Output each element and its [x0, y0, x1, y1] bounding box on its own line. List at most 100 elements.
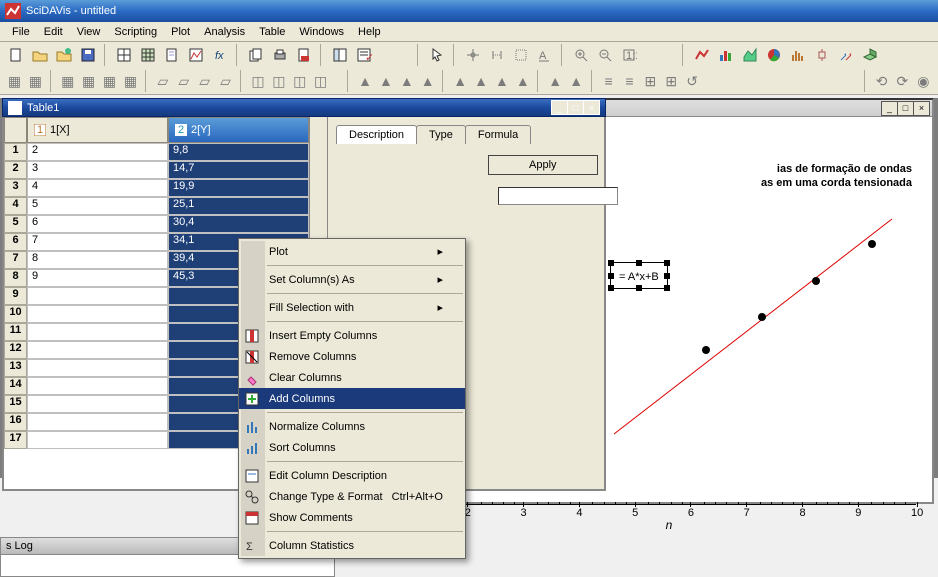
row-header[interactable]: 2	[4, 161, 27, 179]
rot-b[interactable]: ⟳	[893, 70, 912, 92]
row2-c[interactable]: ▦	[58, 70, 77, 92]
menu-file[interactable]: File	[5, 26, 37, 38]
row2-f[interactable]: ▦	[121, 70, 140, 92]
surface-i[interactable]: ▲	[546, 70, 565, 92]
cell-x[interactable]: 8	[27, 251, 168, 269]
ctx-normalize[interactable]: Normalize Columns	[239, 416, 465, 437]
ctx-removecolumns[interactable]: Remove Columns	[239, 346, 465, 367]
new-table-icon[interactable]	[113, 44, 135, 66]
tab-formula[interactable]: Formula	[465, 125, 531, 144]
surface-h[interactable]: ▲	[513, 70, 532, 92]
menu-windows[interactable]: Windows	[292, 26, 351, 38]
row-header[interactable]: 13	[4, 359, 27, 377]
open-recent-icon[interactable]	[53, 44, 75, 66]
plot-3d-icon[interactable]	[859, 44, 881, 66]
row2-l[interactable]: ◫	[269, 70, 288, 92]
table-min-button[interactable]: _	[551, 100, 568, 115]
col-header-2[interactable]: 22[Y]	[168, 117, 309, 143]
row2-n[interactable]: ◫	[311, 70, 330, 92]
ctx-setcolumns[interactable]: Set Column(s) As▸	[239, 269, 465, 290]
cell-y[interactable]: 9,8	[168, 143, 309, 161]
surface-c[interactable]: ▲	[397, 70, 416, 92]
plot-max-button[interactable]: □	[897, 101, 914, 116]
row-header[interactable]: 6	[4, 233, 27, 251]
ctx-showcomments[interactable]: Show Comments	[239, 507, 465, 528]
bar-plot-icon[interactable]	[715, 44, 737, 66]
box-plot-icon[interactable]	[811, 44, 833, 66]
surface-a[interactable]: ▲	[356, 70, 375, 92]
cell-x[interactable]	[27, 305, 168, 323]
col-header-1[interactable]: 11[X]	[27, 117, 168, 143]
surface-o[interactable]: ↺	[683, 70, 702, 92]
cell-x[interactable]: 5	[27, 197, 168, 215]
menu-table[interactable]: Table	[252, 26, 292, 38]
menu-view[interactable]: View	[70, 26, 108, 38]
new-project-icon[interactable]	[5, 44, 27, 66]
cell-x[interactable]: 2	[27, 143, 168, 161]
tab-description[interactable]: Description	[336, 125, 417, 144]
row2-e[interactable]: ▦	[100, 70, 119, 92]
print-icon[interactable]	[269, 44, 291, 66]
row2-h[interactable]: ▱	[174, 70, 193, 92]
row-header[interactable]: 12	[4, 341, 27, 359]
row2-m[interactable]: ◫	[290, 70, 309, 92]
ctx-fillselection[interactable]: Fill Selection with▸	[239, 297, 465, 318]
row-header[interactable]: 9	[4, 287, 27, 305]
cell-x[interactable]	[27, 413, 168, 431]
row2-k[interactable]: ◫	[249, 70, 268, 92]
rot-a[interactable]: ⟲	[872, 70, 891, 92]
apply-button[interactable]: Apply	[488, 155, 598, 175]
pointer-icon[interactable]	[426, 44, 448, 66]
select-range-icon[interactable]	[486, 44, 508, 66]
cell-y[interactable]: 14,7	[168, 161, 309, 179]
row-header[interactable]: 7	[4, 251, 27, 269]
cell-x[interactable]	[27, 341, 168, 359]
row-header[interactable]: 11	[4, 323, 27, 341]
cell-x[interactable]	[27, 395, 168, 413]
row-header[interactable]: 15	[4, 395, 27, 413]
cell-x[interactable]: 3	[27, 161, 168, 179]
ctx-addcolumns[interactable]: Add Columns	[239, 388, 465, 409]
new-graph-icon[interactable]	[185, 44, 207, 66]
surface-j[interactable]: ▲	[567, 70, 586, 92]
zoom-out-icon[interactable]	[594, 44, 616, 66]
menu-analysis[interactable]: Analysis	[197, 26, 252, 38]
new-matrix-icon[interactable]	[137, 44, 159, 66]
cell-y[interactable]: 30,4	[168, 215, 309, 233]
ctx-changetype[interactable]: Change Type & FormatCtrl+Alt+O	[239, 486, 465, 507]
new-note-icon[interactable]	[161, 44, 183, 66]
surface-k[interactable]: ≡	[599, 70, 618, 92]
ctx-plot[interactable]: Plot▸	[239, 241, 465, 262]
open-icon[interactable]	[29, 44, 51, 66]
surface-g[interactable]: ▲	[492, 70, 511, 92]
row-header[interactable]: 10	[4, 305, 27, 323]
cell-x[interactable]	[27, 431, 168, 449]
surface-m[interactable]: ⊞	[641, 70, 660, 92]
histogram-icon[interactable]	[787, 44, 809, 66]
row-header[interactable]: 16	[4, 413, 27, 431]
duplicate-icon[interactable]	[245, 44, 267, 66]
ctx-sort[interactable]: Sort Columns	[239, 437, 465, 458]
plot-close-button[interactable]: ×	[913, 101, 930, 116]
column-name-input[interactable]	[498, 187, 618, 205]
data-reader-icon[interactable]	[462, 44, 484, 66]
vector-plot-icon[interactable]	[835, 44, 857, 66]
row-header[interactable]: 3	[4, 179, 27, 197]
table-max-button[interactable]: □	[567, 100, 584, 115]
results-log-icon[interactable]: ✓	[353, 44, 375, 66]
row-header[interactable]: 5	[4, 215, 27, 233]
row2-i[interactable]: ▱	[195, 70, 214, 92]
cell-x[interactable]	[27, 377, 168, 395]
row-header[interactable]: 17	[4, 431, 27, 449]
explorer-icon[interactable]	[329, 44, 351, 66]
row-header[interactable]: 1	[4, 143, 27, 161]
menu-plot[interactable]: Plot	[164, 26, 197, 38]
menu-scripting[interactable]: Scripting	[107, 26, 164, 38]
cell-x[interactable]	[27, 359, 168, 377]
surface-l[interactable]: ≡	[620, 70, 639, 92]
row2-b[interactable]: ▦	[26, 70, 45, 92]
ctx-insertempty[interactable]: Insert Empty Columns	[239, 325, 465, 346]
export-pdf-icon[interactable]	[293, 44, 315, 66]
row2-d[interactable]: ▦	[79, 70, 98, 92]
corner-cell[interactable]	[4, 117, 27, 143]
